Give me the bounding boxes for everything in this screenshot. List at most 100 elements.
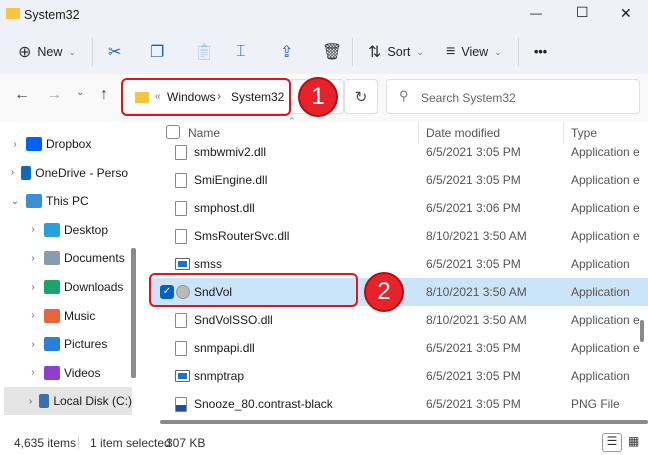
sidebar-item-onedrive-perso[interactable]: › OneDrive - Perso — [0, 159, 128, 187]
app-window-icon — [175, 370, 190, 382]
folder-icon — [6, 8, 20, 19]
forward-button[interactable]: → — [46, 86, 62, 104]
file-name: smbwmiv2.dll — [194, 145, 267, 159]
divider — [78, 435, 79, 449]
command-bar: ⊕ New ⌄ ✂ ❐ 📋︎ ⌶ ⇪ 🗑︎ ⇅ Sort ⌄ ≡ View ⌄ ••• — [0, 30, 648, 74]
file-type: Application e — [571, 201, 640, 215]
image-file-icon — [175, 396, 187, 412]
file-date: 8/10/2021 3:50 AM — [426, 229, 527, 243]
search-box[interactable]: ⚲ Search System32 — [386, 79, 640, 114]
expand-chevron-icon[interactable]: › — [26, 367, 40, 378]
expand-chevron-icon[interactable]: › — [26, 396, 35, 407]
sidebar-item-local-disk-c[interactable]: › Local Disk (C:) — [4, 387, 132, 416]
file-name: smss — [194, 257, 222, 271]
minimize-button[interactable]: — — [530, 6, 542, 20]
window-title: System32 — [24, 8, 80, 22]
share-button[interactable]: ⇪ — [280, 30, 293, 74]
chevron-down-icon: ⌄ — [416, 46, 424, 57]
search-icon: ⚲ — [399, 88, 409, 103]
rename-button[interactable]: ⌶ — [236, 30, 246, 74]
sort-arrow-icon: ⌃ — [288, 116, 296, 126]
file-type: Application — [571, 257, 630, 271]
file-date: 6/5/2021 3:05 PM — [426, 341, 521, 355]
copy-button[interactable]: ❐ — [150, 30, 164, 74]
expand-chevron-icon[interactable]: › — [8, 139, 22, 150]
location-icon — [26, 194, 42, 209]
recent-dropdown[interactable]: ⌄ — [76, 87, 84, 98]
sidebar-item-label: OneDrive - Perso — [35, 165, 128, 180]
divider — [518, 38, 519, 66]
sidebar-item-label: Local Disk (C:) — [53, 394, 132, 409]
file-row[interactable]: SmiEngine.dll 6/5/2021 3:05 PM Application… — [150, 166, 648, 194]
expand-chevron-icon[interactable]: › — [26, 310, 40, 321]
copy-icon: ❐ — [150, 44, 165, 61]
file-type: Application e — [571, 173, 640, 187]
new-button[interactable]: ⊕ New ⌄ — [18, 30, 76, 74]
file-name: snmptrap — [194, 369, 245, 383]
chevron-down-icon: ⌄ — [68, 46, 76, 57]
sidebar-item-dropbox[interactable]: › Dropbox — [0, 130, 128, 158]
sidebar-item-label: Dropbox — [46, 137, 92, 151]
file-row[interactable]: SmsRouterSvc.dll 8/10/2021 3:50 AM Applica… — [150, 222, 648, 250]
sidebar-item-label: Desktop — [64, 222, 109, 237]
file-row[interactable]: snmptrap 6/5/2021 3:05 PM Application — [150, 362, 648, 390]
selection-count: 1 item selected — [90, 436, 171, 450]
file-date: 8/10/2021 3:50 AM — [426, 313, 527, 327]
file-date: 6/5/2021 3:05 PM — [426, 397, 521, 411]
annotation-badge-2: 2 — [364, 272, 404, 312]
sidebar-item-videos[interactable]: › Videos — [0, 359, 128, 387]
location-icon — [21, 165, 32, 180]
file-name: SmiEngine.dll — [194, 173, 268, 187]
sidebar-item-this-pc[interactable]: ⌄ This PC — [0, 187, 128, 215]
chevron-down-icon: ⌄ — [494, 46, 502, 57]
location-icon — [44, 222, 60, 237]
select-all-checkbox[interactable] — [166, 125, 180, 139]
cut-button[interactable]: ✂ — [108, 30, 121, 74]
sidebar-item-label: This PC — [46, 194, 89, 209]
more-button[interactable]: ••• — [534, 30, 547, 74]
delete-button[interactable]: 🗑︎ — [322, 30, 342, 74]
expand-chevron-icon[interactable]: › — [26, 224, 40, 235]
file-date: 6/5/2021 3:05 PM — [426, 173, 521, 187]
file-row[interactable]: SndVolSSO.dll 8/10/2021 3:50 AM Applicatio… — [150, 306, 648, 334]
location-icon — [26, 137, 42, 151]
maximize-button[interactable]: ☐ — [576, 4, 589, 21]
sidebar-scrollbar[interactable] — [131, 248, 136, 378]
scissors-icon: ✂ — [108, 44, 122, 61]
app-window-icon — [175, 258, 190, 270]
sidebar-item-documents[interactable]: › Documents — [0, 244, 128, 272]
file-name: Snooze_80.contrast-black — [194, 397, 333, 411]
file-row[interactable]: snmpapi.dll 6/5/2021 3:05 PM Application e — [150, 334, 648, 362]
view-button[interactable]: ≡ View ⌄ — [446, 30, 502, 74]
close-button[interactable]: ✕ — [620, 5, 632, 22]
annotation-badge-1: 1 — [298, 77, 338, 117]
search-input[interactable]: Search System32 — [421, 91, 516, 105]
expand-chevron-icon[interactable]: › — [26, 253, 40, 264]
sidebar-item-desktop[interactable]: › Desktop — [0, 216, 128, 244]
file-type: Application — [571, 369, 630, 383]
vertical-scrollbar[interactable] — [640, 320, 644, 342]
file-date: 8/10/2021 3:50 AM — [426, 285, 527, 299]
expand-chevron-icon[interactable]: › — [8, 167, 17, 178]
file-row[interactable]: smphost.dll 6/5/2021 3:06 PM Application e — [150, 194, 648, 222]
sidebar-item-pictures[interactable]: › Pictures — [0, 330, 128, 358]
refresh-button[interactable]: ↻ — [344, 79, 378, 114]
expand-chevron-icon[interactable]: ⌄ — [8, 196, 22, 207]
details-view-button[interactable]: ☰ — [602, 433, 622, 452]
expand-chevron-icon[interactable]: › — [26, 339, 40, 350]
file-date: 6/5/2021 3:05 PM — [426, 369, 521, 383]
divider — [352, 38, 353, 66]
tiles-view-button[interactable]: ▦ — [628, 434, 639, 448]
file-row[interactable]: Snooze_80.contrast-black 6/5/2021 3:05 PM… — [150, 390, 648, 418]
back-button[interactable]: ← — [14, 86, 30, 104]
horizontal-scrollbar[interactable] — [160, 420, 648, 424]
sort-icon: ⇅ — [368, 44, 382, 61]
expand-chevron-icon[interactable]: › — [26, 282, 40, 293]
sidebar-item-downloads[interactable]: › Downloads — [0, 273, 128, 301]
file-row[interactable]: smbwmiv2.dll 6/5/2021 3:05 PM Application … — [150, 138, 648, 166]
paste-button[interactable]: 📋︎ — [194, 30, 214, 74]
sort-button[interactable]: ⇅ Sort ⌄ — [368, 30, 424, 74]
sidebar-item-music[interactable]: › Music — [0, 302, 128, 330]
status-bar: 4,635 items 1 item selected 307 KB ☰ ▦ — [0, 430, 648, 455]
up-button[interactable]: ↑ — [100, 86, 108, 104]
